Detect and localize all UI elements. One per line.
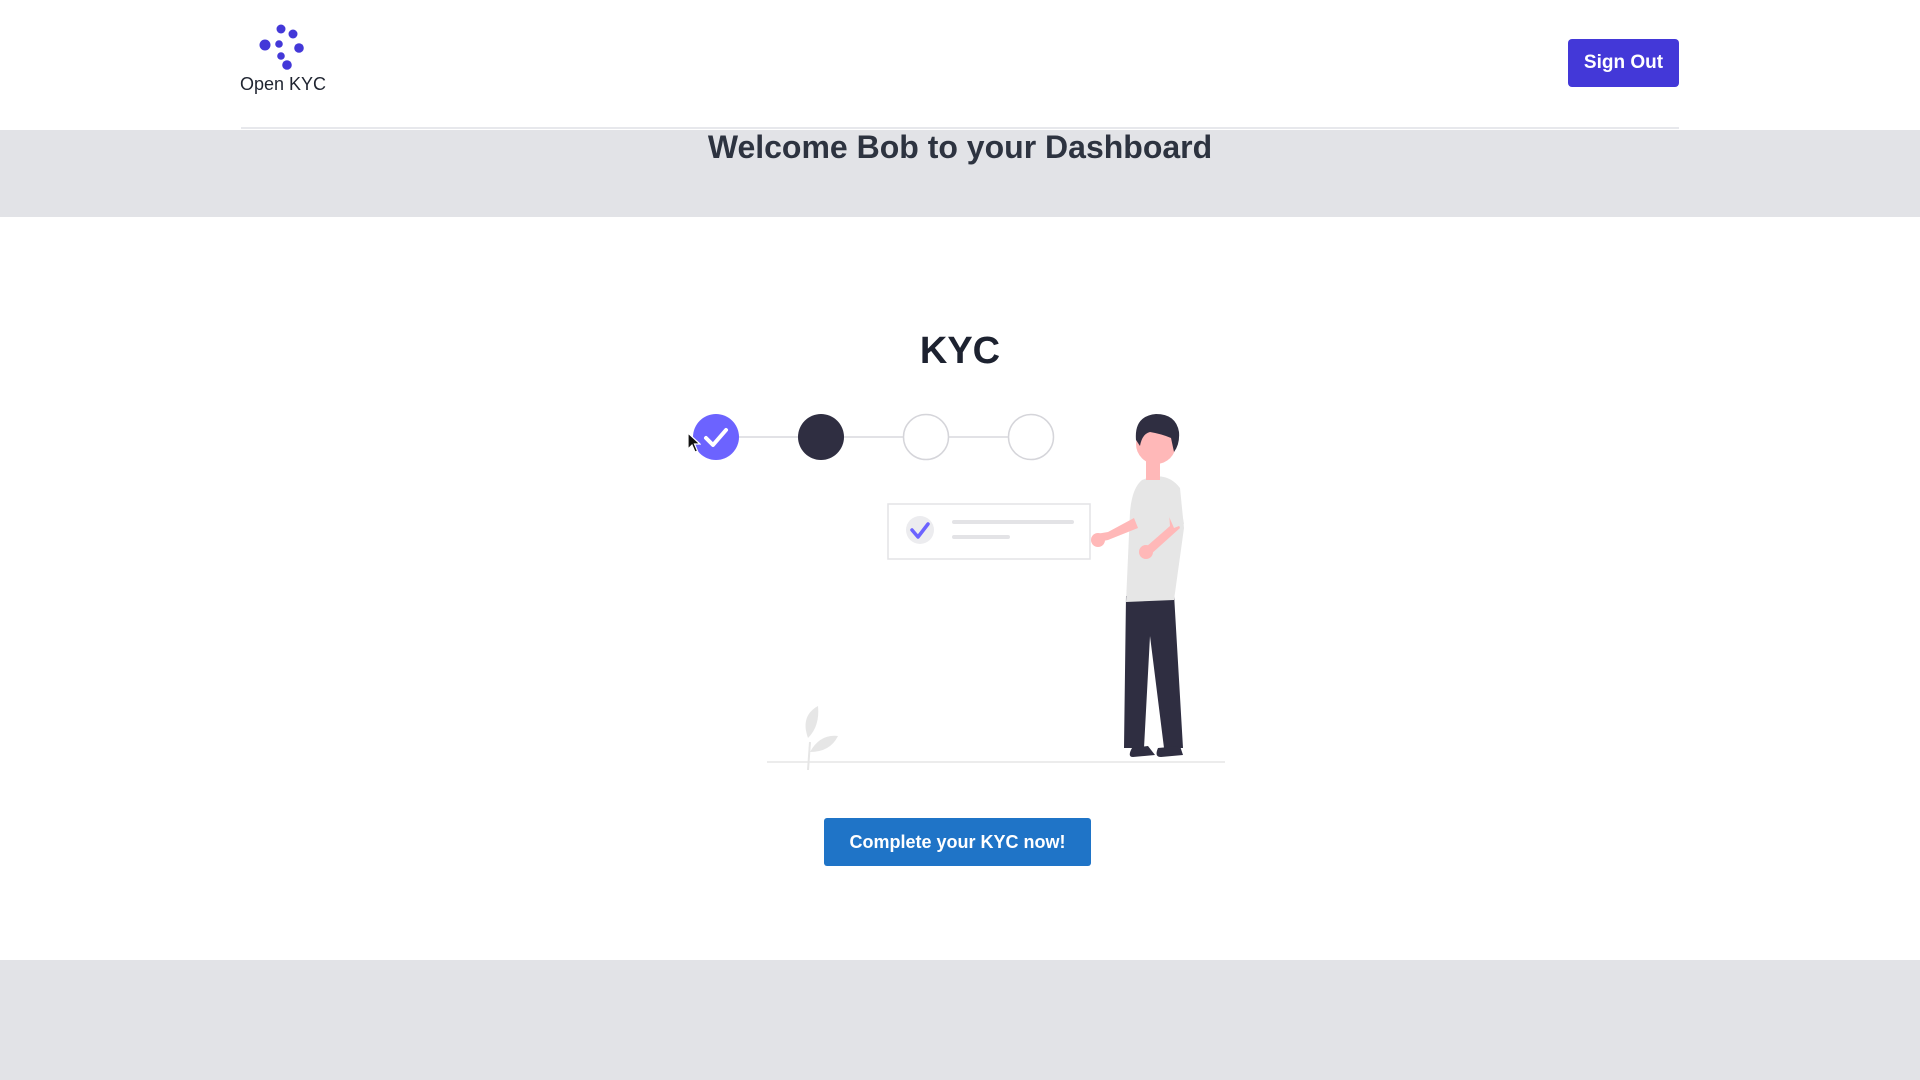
logo-text: Open KYC: [239, 74, 327, 94]
header: Open KYC Sign Out: [0, 0, 1920, 130]
step-3-pending[interactable]: [902, 413, 950, 461]
step-2-current[interactable]: [798, 414, 844, 460]
kyc-title: KYC: [919, 330, 1001, 372]
logo[interactable]: Open KYC: [238, 24, 328, 95]
person-figure: [1091, 414, 1184, 757]
step-4-pending[interactable]: [1007, 413, 1055, 461]
complete-kyc-button[interactable]: Complete your KYC now!: [824, 818, 1091, 866]
sign-out-button[interactable]: Sign Out: [1568, 39, 1679, 87]
logo-dots-icon: [259, 24, 304, 70]
kyc-progress-illustration: [693, 413, 1225, 770]
mouse-pointer-icon: [687, 432, 701, 453]
welcome-title: Welcome Bob to your Dashboard: [707, 129, 1213, 165]
checklist-card: [887, 503, 1091, 560]
footer: [0, 960, 1920, 1080]
plant-decoration: [805, 706, 838, 770]
